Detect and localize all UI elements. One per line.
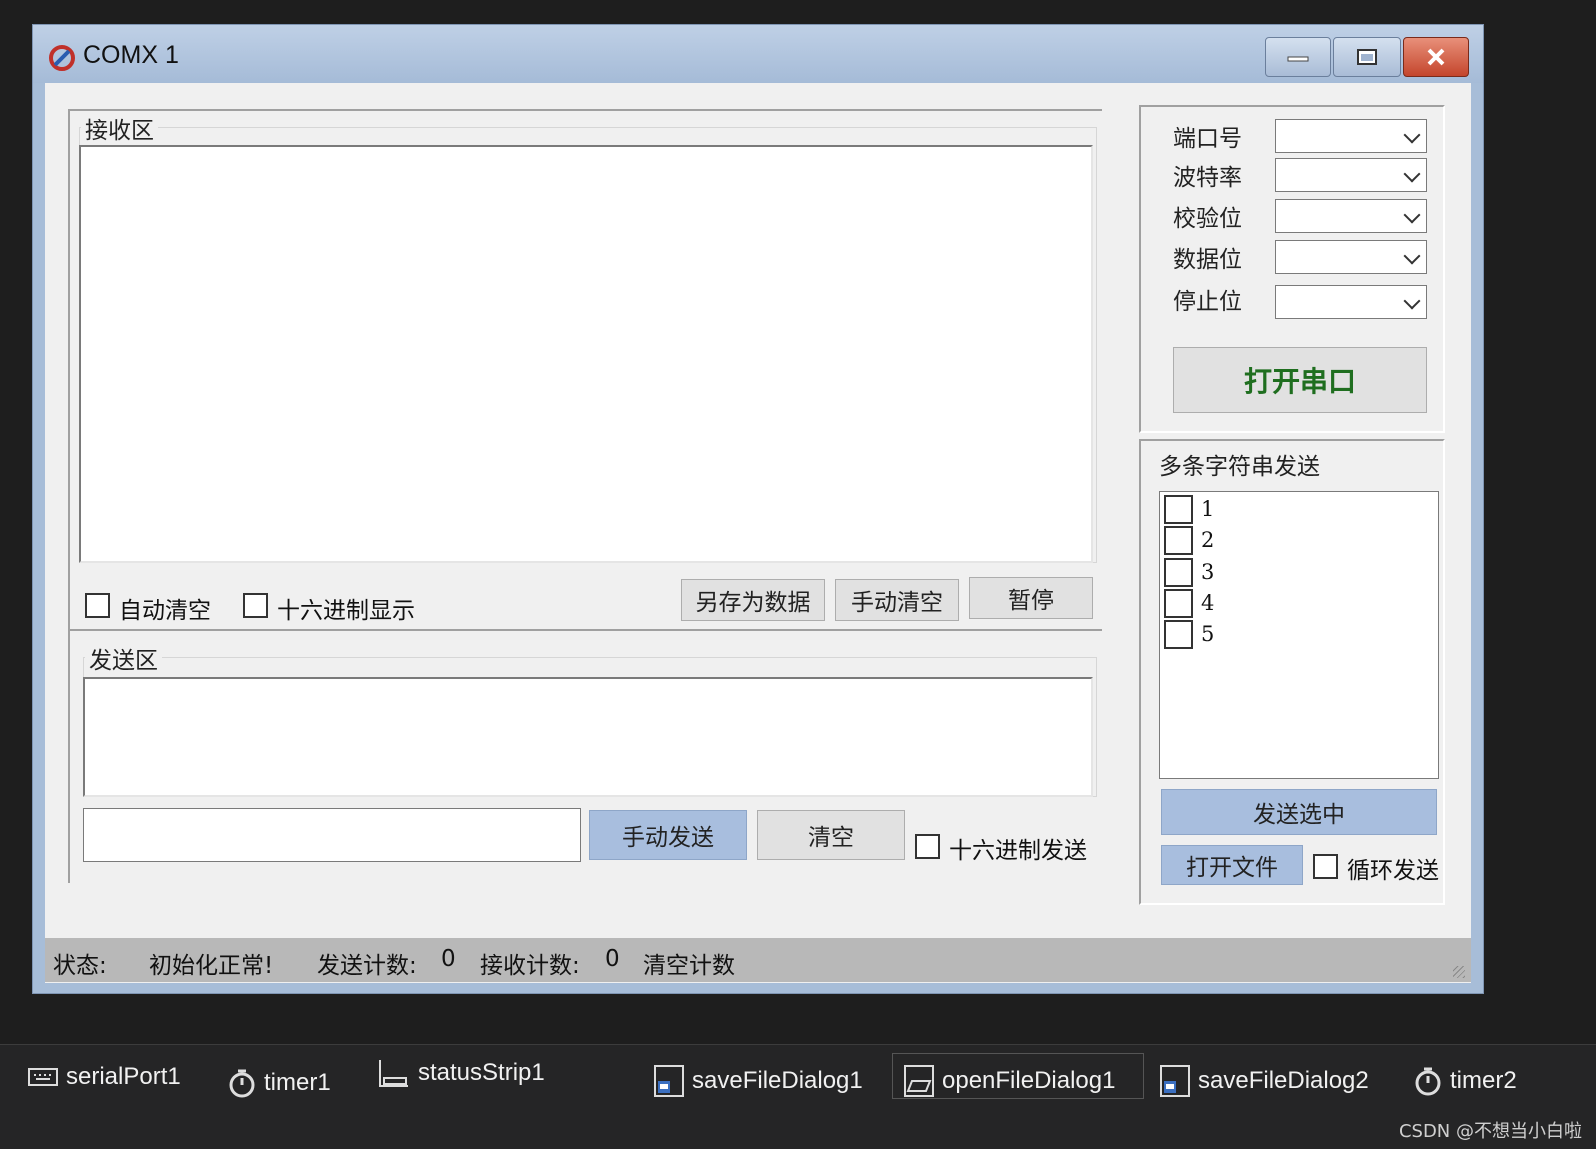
save-dialog-icon [1160,1065,1190,1097]
list-item[interactable]: 3 [1164,557,1214,587]
window-title: COMX 1 [83,41,179,69]
status-state-label: 状态: [53,953,107,979]
tray-item-timer2[interactable]: timer2 [1414,1059,1517,1103]
auto-clear-label: 自动清空 [119,598,211,624]
resize-grip[interactable] [1453,966,1465,978]
timer-icon [229,1069,255,1098]
serial-port-icon [28,1068,58,1086]
status-strip: 状态: 初始化正常! 发送计数: 0 接收计数: 0 清空计数 [45,938,1471,982]
tray-item-statusstrip1[interactable]: statusStrip1 [378,1051,545,1095]
app-icon [49,45,75,71]
baud-label: 波特率 [1173,165,1242,191]
auto-clear-checkbox[interactable] [85,593,110,618]
status-state-value: 初始化正常! [149,953,274,979]
title-bar[interactable]: COMX 1 [33,25,1483,83]
item-checkbox[interactable] [1164,619,1193,649]
hex-send-checkbox[interactable] [915,834,940,859]
chevron-down-icon [1403,165,1421,183]
watermark: CSDN @不想当小白啦 [1398,1121,1582,1142]
chevron-down-icon [1403,206,1421,224]
port-label: 端口号 [1173,126,1242,152]
open-dialog-icon [904,1065,934,1097]
save-data-button[interactable]: 另存为数据 [681,579,825,621]
hex-send-label: 十六进制发送 [949,838,1087,864]
item-checkbox[interactable] [1164,557,1193,587]
databits-label: 数据位 [1173,247,1242,273]
loop-send-label: 循环发送 [1347,858,1439,884]
close-icon [1427,48,1445,66]
item-checkbox[interactable] [1164,494,1193,524]
manual-send-button[interactable]: 手动发送 [589,810,747,860]
chevron-down-icon [1403,247,1421,265]
chevron-down-icon [1403,292,1421,310]
maximize-button[interactable] [1333,37,1401,77]
minimize-icon [1287,56,1309,62]
pause-button[interactable]: 暂停 [969,577,1093,619]
open-file-button[interactable]: 打开文件 [1161,845,1303,885]
receive-textbox[interactable] [79,145,1093,563]
open-port-button[interactable]: 打开串口 [1173,347,1427,413]
tray-item-timer1[interactable]: timer1 [228,1061,331,1105]
send-clear-button[interactable]: 清空 [757,810,905,860]
receive-group-title: 接收区 [81,111,158,145]
close-button[interactable] [1403,37,1469,77]
tray-item-savefiledialog2[interactable]: saveFileDialog2 [1160,1059,1369,1103]
status-strip-icon [379,1060,408,1087]
send-count-value: 0 [441,946,456,972]
item-checkbox[interactable] [1164,588,1193,618]
recv-count-value: 0 [605,946,620,972]
databits-combo[interactable] [1275,240,1427,274]
send-count-label: 发送计数: [317,953,417,979]
send-selected-button[interactable]: 发送选中 [1161,789,1437,835]
recv-count-label: 接收计数: [480,953,580,979]
hex-display-checkbox[interactable] [243,593,268,618]
clear-count-label[interactable]: 清空计数 [643,946,735,980]
send-textbox[interactable] [83,677,1093,797]
port-combo[interactable] [1275,119,1427,153]
list-item[interactable]: 5 [1164,619,1214,649]
tray-item-openfiledialog1[interactable]: openFileDialog1 [904,1059,1115,1103]
send-line-input[interactable] [83,808,581,862]
tray-item-savefiledialog1[interactable]: saveFileDialog1 [654,1059,863,1103]
stopbits-label: 停止位 [1173,289,1242,315]
minimize-button[interactable] [1265,37,1331,77]
send-group-title: 发送区 [85,641,162,675]
maximize-icon [1357,49,1377,65]
timer-icon [1415,1067,1441,1096]
component-tray: serialPort1 timer1 statusStrip1 saveFile… [0,1044,1596,1149]
baud-combo[interactable] [1275,158,1427,192]
multi-string-checklist[interactable]: 1 2 3 4 5 [1159,491,1439,779]
tray-item-serialport1[interactable]: serialPort1 [28,1055,181,1099]
parity-combo[interactable] [1275,199,1427,233]
loop-send-checkbox[interactable] [1313,854,1338,879]
list-item[interactable]: 4 [1164,588,1214,618]
save-dialog-icon [654,1065,684,1097]
list-item[interactable]: 2 [1164,525,1214,555]
chevron-down-icon [1403,126,1421,144]
multi-string-group-title: 多条字符串发送 [1155,447,1324,481]
hex-display-label: 十六进制显示 [277,598,415,624]
client-area: 接收区 自动清空 十六进制显示 另存为数据 手动清空 暂停 发送区 手动发送 清… [45,83,1471,983]
form-window: COMX 1 接收区 自动清空 十六进制显示 另存为数据 手动清空 暂停 发送区… [32,24,1484,994]
list-item[interactable]: 1 [1164,494,1214,524]
item-checkbox[interactable] [1164,525,1193,555]
parity-label: 校验位 [1173,206,1242,232]
stopbits-combo[interactable] [1275,285,1427,319]
manual-clear-button[interactable]: 手动清空 [835,579,959,621]
